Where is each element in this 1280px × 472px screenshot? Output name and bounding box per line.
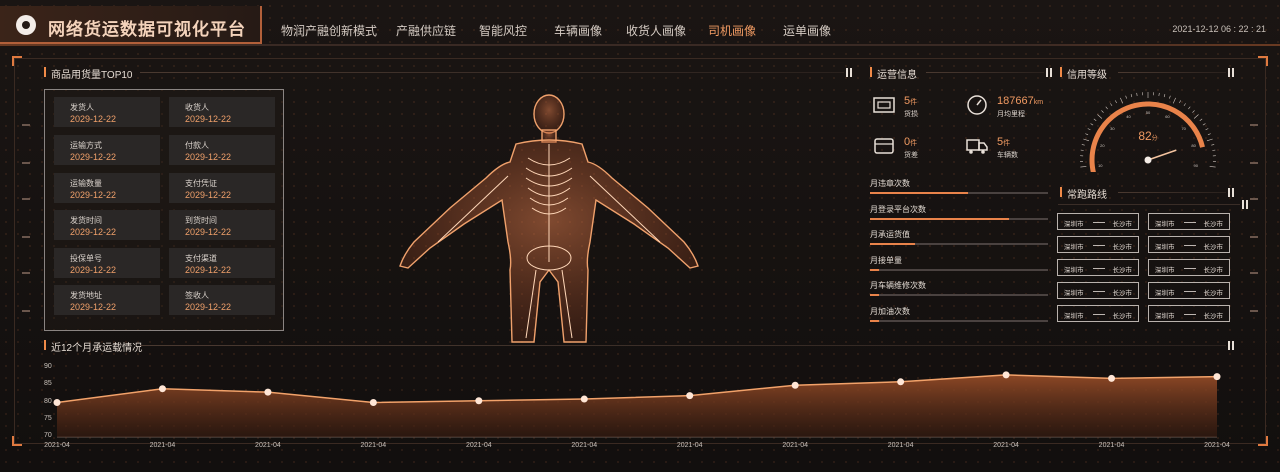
chart-x-tick-label: 2021-04 [676, 442, 703, 449]
chart-x-tick-label: 2021-04 [993, 442, 1019, 449]
chart-x-tick-label: 2021-04 [149, 442, 176, 449]
chart-x-tick-label: 2021-04 [571, 442, 598, 449]
chart-point [369, 399, 377, 406]
chart-x-tick-label: 2021-04 [782, 442, 809, 449]
chart-point [1108, 374, 1116, 382]
chart-point [158, 385, 166, 393]
chart-point [53, 399, 61, 406]
chart-x-tick-label: 2021-04 [465, 442, 492, 449]
chart-point [686, 392, 694, 400]
chart-point [475, 397, 483, 405]
chart-point [791, 381, 799, 389]
dashboard-root: { "header": { "title": "网络货运数据可视化平台", "d… [0, 0, 1280, 472]
chart-x-tick-label: 2021-04 [255, 442, 281, 449]
chart-point [1002, 371, 1010, 379]
chart-x-tick-label: 2021-04 [44, 442, 70, 449]
chart-point [264, 388, 272, 396]
chart-x-tick-label: 2021-04 [360, 442, 387, 449]
monthly-transport-chart [53, 371, 1221, 438]
chart-point [1213, 373, 1221, 381]
chart-x-tick-label: 2021-04 [1098, 442, 1125, 449]
chart-area-fill [57, 374, 1217, 437]
chart-point [897, 378, 905, 386]
chart-point [580, 395, 588, 403]
chart-x-tick-label: 2021-04 [1204, 442, 1230, 449]
chart-x-tick-label: 2021-04 [887, 442, 914, 449]
